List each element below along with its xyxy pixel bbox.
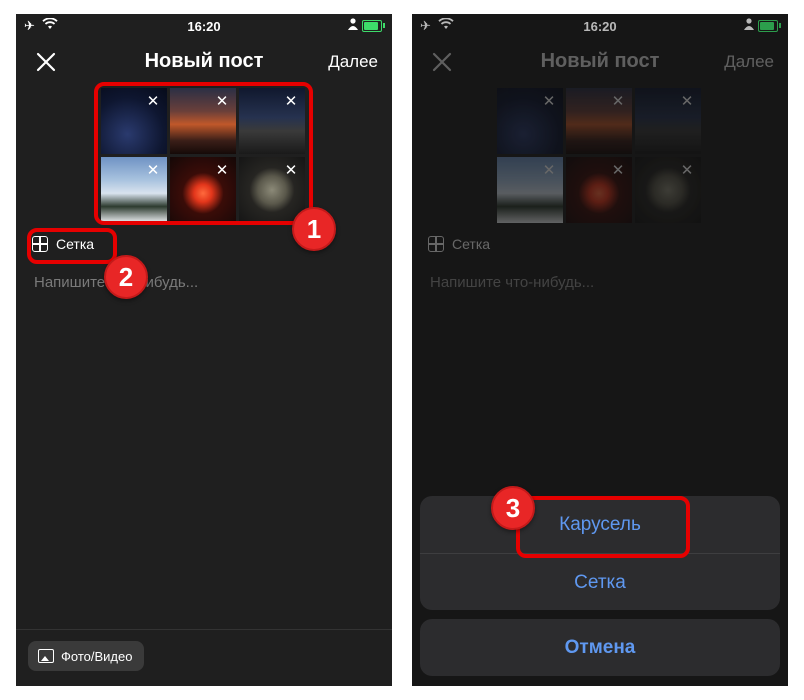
photo-video-button[interactable]: Фото/Видео: [28, 641, 145, 671]
callout-badge-2: 2: [104, 255, 148, 299]
status-bar: ✈ 16:20: [16, 14, 392, 38]
bottom-bar: Фото/Видео: [16, 629, 392, 686]
highlight-grid-toggle: [27, 228, 117, 264]
next-button[interactable]: Далее: [328, 52, 378, 72]
status-time: 16:20: [187, 19, 221, 34]
grid-option[interactable]: Сетка: [420, 553, 780, 610]
new-post-screen-with-sheet: ✈ 16:20 Новый пост Далее ✕ ✕ ✕ ✕ ✕ ✕ Сет…: [412, 14, 788, 686]
battery-icon: [362, 20, 385, 32]
image-icon: [38, 649, 54, 663]
highlight-carousel-option: [516, 496, 690, 558]
top-bar: Новый пост Далее: [16, 44, 392, 80]
callout-badge-3: 3: [491, 486, 535, 530]
person-icon: [348, 18, 358, 33]
highlight-media-grid: [94, 82, 313, 225]
cancel-button[interactable]: Отмена: [420, 619, 780, 676]
callout-badge-1: 1: [292, 207, 336, 251]
photo-video-label: Фото/Видео: [61, 648, 133, 664]
